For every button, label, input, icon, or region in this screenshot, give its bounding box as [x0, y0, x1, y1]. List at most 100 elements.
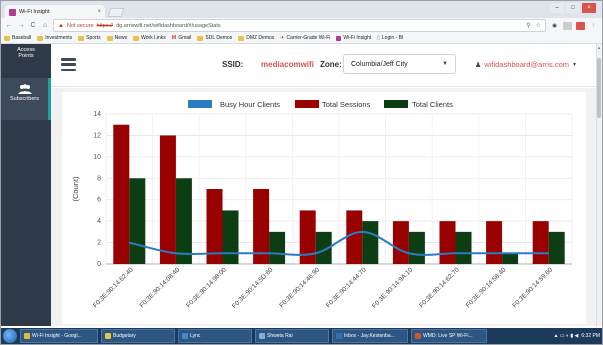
taskbar-item-lync[interactable]: Lync [178, 329, 252, 343]
scroll-up-icon[interactable]: ▲ [597, 45, 601, 51]
taskbar-label: Budgetary [113, 333, 136, 339]
user-menu[interactable]: ♟ wifidashboard@arris.com ▼ [475, 60, 577, 69]
browser-tab[interactable]: Wi-Fi Insight × [5, 5, 105, 19]
bookmark-sdl-demos[interactable]: SDL Demos [197, 35, 232, 41]
bookmark-icon: ✈ [280, 35, 285, 41]
close-window-button[interactable]: × [582, 3, 596, 13]
bookmark-label: Sports [86, 35, 101, 41]
powerpoint-icon [415, 333, 421, 339]
bookmark-label: SDL Demos [205, 35, 233, 41]
total-clients-bar [175, 178, 192, 264]
taskbar-item-budgetary[interactable]: Budgetary [101, 329, 175, 343]
gmail-icon: M [171, 35, 177, 41]
legend-label: Busy Hour Clients [220, 100, 280, 109]
bookmark-label: Login - BI [381, 35, 404, 41]
url-input[interactable]: ▲ Not secure https:// dg.arriswifi.net/w… [53, 19, 546, 32]
y-tick-label: 14 [93, 111, 101, 118]
usage-chart: 02468101214(Count)F0:3E:90:14:62:40 F0:3E… [71, 100, 573, 310]
outlook-icon [336, 333, 342, 339]
bookmark-login-bi[interactable]: ▯ Login - BI [377, 35, 403, 41]
x-tick-label: F0:3E:90:14:46:90 [278, 266, 321, 309]
legend-swatch [384, 100, 408, 108]
bookmark-dmz-demos[interactable]: DMZ Demos [238, 35, 274, 41]
app-header: SSID: mediacomwifi Zone: Columbia/Jeff C… [51, 44, 596, 87]
zone-select[interactable]: Columbia/Jeff City ▼ [343, 54, 456, 74]
folder-icon [197, 35, 204, 41]
extension-icon[interactable] [563, 21, 572, 30]
total-sessions-bar [532, 221, 549, 264]
search-icon[interactable]: ⚲ [526, 22, 530, 29]
back-button[interactable]: ← [5, 22, 13, 29]
sidebar-item-subscribers[interactable]: Subscribers [1, 78, 51, 120]
bookmark-label: Work Links [141, 35, 166, 41]
bookmark-label: DMZ Demos [246, 35, 275, 41]
bookmark-gmail[interactable]: M Gmail [172, 35, 192, 41]
extension-icon[interactable]: ◉ [550, 22, 559, 30]
maximize-button[interactable]: □ [566, 3, 580, 13]
taskbar-label: WMD: Live SP Wi-Fi... [423, 333, 473, 339]
folder-icon [4, 35, 10, 41]
bookmark-work-links[interactable]: Work Links [133, 35, 166, 41]
people-icon [17, 84, 32, 94]
chrome-icon [24, 333, 30, 339]
folder-icon [78, 35, 85, 41]
total-clients-bar [222, 210, 239, 264]
y-tick-label: 12 [93, 132, 101, 139]
start-button[interactable] [3, 329, 17, 343]
x-tick-label: F0:3E:90:14:9A:10 [371, 266, 415, 310]
total-sessions-bar [439, 221, 456, 264]
scrollbar-thumb[interactable] [597, 58, 601, 118]
bookmark-investments[interactable]: Investments [37, 35, 72, 41]
bookmark-news[interactable]: News [106, 35, 128, 41]
x-tick-label: F0:3E:90:14:58:40 [465, 266, 508, 309]
address-bar-row: ← → C ⌂ ▲ Not secure https:// dg.arriswi… [1, 18, 602, 33]
bookmark-label: News [114, 35, 128, 41]
taskbar-item-outlook[interactable]: Inbox - Jay.Kestenba... [332, 329, 408, 343]
menu-icon[interactable]: ⋮ [589, 22, 598, 30]
star-icon[interactable]: ☆ [536, 22, 541, 29]
omnibox-actions: ⚲ ☆ [526, 22, 541, 29]
bookmarks-bar: Baseball Investments Sports News Work Li… [1, 33, 602, 44]
total-clients-bar [502, 253, 519, 264]
system-tray: ▲ ▭ ◐ ▮ ◀ 6:32 PM [554, 333, 600, 339]
y-tick-label: 8 [97, 175, 101, 182]
bookmark-baseball[interactable]: Baseball [4, 35, 31, 41]
new-tab-button[interactable] [107, 8, 125, 17]
page-icon: ▯ [377, 35, 380, 41]
tray-icons[interactable]: ▲ ▭ ◐ ▮ ◀ [554, 333, 579, 339]
home-button[interactable]: ⌂ [41, 22, 49, 29]
bookmark-wifi-insight[interactable]: Wi-Fi Insight [336, 35, 371, 41]
bookmark-label: Investments [45, 35, 73, 41]
clock[interactable]: 6:32 PM [581, 333, 600, 339]
x-tick-label: F0:3E:90:14:59:60 [511, 266, 554, 309]
bookmark-sports[interactable]: Sports [78, 35, 101, 41]
bookmark-label: Carrier-Grade Wi-Fi [286, 35, 331, 41]
extension-icon[interactable] [576, 21, 585, 30]
minimize-button[interactable]: – [550, 3, 564, 13]
url-text: dg.arriswifi.net/wifidashboard/#/usageSt… [116, 22, 221, 29]
taskbar-item-powerpoint[interactable]: WMD: Live SP Wi-Fi... [411, 329, 487, 343]
x-tick-label: F0:3E:90:14:5D:60 [231, 266, 275, 310]
y-tick-label: 10 [93, 154, 101, 161]
security-label[interactable]: Not secure [67, 23, 94, 29]
folder-icon [238, 35, 245, 41]
tab-title: Wi-Fi Insight [19, 9, 50, 15]
sidebar-item-access-points[interactable]: Access Points [1, 47, 51, 59]
taskbar-item-chat[interactable]: Shweta Rai [255, 329, 329, 343]
tab-close-icon[interactable]: × [97, 9, 101, 15]
folder-icon [105, 333, 111, 339]
reload-button[interactable]: C [29, 22, 37, 29]
forward-button[interactable]: → [17, 22, 25, 29]
total-clients-bar [362, 221, 379, 264]
ssid-label: SSID: [222, 60, 244, 69]
total-clients-bar [408, 231, 425, 264]
x-tick-label: F0:3E:90:14:44:70 [325, 266, 368, 309]
browser-titlebar: Wi-Fi Insight × – □ × [1, 1, 602, 19]
window-controls: – □ × [550, 3, 596, 13]
taskbar-item-chrome[interactable]: Wi-Fi Insight - Googl... [20, 329, 98, 343]
bookmark-carrier-grade[interactable]: ✈ Carrier-Grade Wi-Fi [280, 35, 330, 41]
total-sessions-bar [346, 210, 363, 264]
hamburger-menu-icon[interactable] [61, 58, 76, 71]
wifi-insight-icon [9, 8, 16, 16]
legend-label: Total Sessions [322, 100, 371, 109]
